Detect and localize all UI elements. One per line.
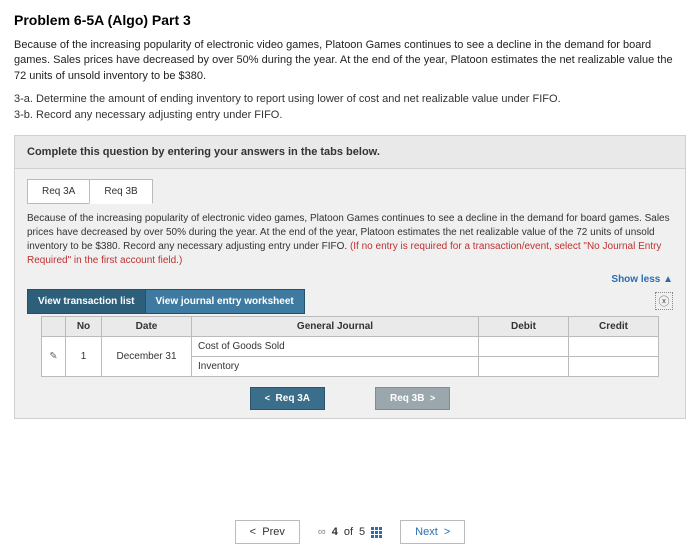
account-field[interactable]: Inventory	[192, 356, 479, 376]
no-header: No	[66, 316, 102, 336]
credit-field[interactable]	[569, 336, 659, 356]
next-button[interactable]: Next >	[400, 520, 465, 544]
prev-button[interactable]: < Prev	[235, 520, 300, 544]
pencil-header	[42, 316, 66, 336]
debit-header: Debit	[479, 316, 569, 336]
tab-nav-buttons: < Req 3A Req 3B >	[27, 387, 673, 410]
grid-icon[interactable]	[371, 527, 382, 538]
account-field[interactable]: Cost of Goods Sold	[192, 336, 479, 356]
page-indicator: ∞ 4 of 5	[318, 526, 382, 538]
part-a: 3-a. Determine the amount of ending inve…	[14, 92, 686, 107]
parts-list: 3-a. Determine the amount of ending inve…	[14, 92, 686, 123]
show-less-link[interactable]: Show less ▲	[611, 274, 673, 285]
problem-text: Because of the increasing popularity of …	[14, 38, 686, 84]
req-tabs: Req 3A Req 3B	[27, 179, 673, 204]
row-date: December 31	[102, 336, 192, 376]
show-less-label: Show less	[611, 274, 660, 285]
close-icon[interactable]: ⓧ	[655, 292, 673, 310]
table-row: ✎ 1 December 31 Cost of Goods Sold	[42, 336, 659, 356]
total-pages: 5	[359, 526, 365, 538]
subtab-journal-worksheet[interactable]: View journal entry worksheet	[145, 289, 305, 314]
pagination-footer: < Prev ∞ 4 of 5 Next >	[0, 520, 700, 544]
subtext: Because of the increasing popularity of …	[27, 212, 673, 268]
prev-label: Prev	[262, 526, 285, 538]
tab-req-3a[interactable]: Req 3A	[27, 179, 90, 204]
view-subtabs: View transaction list View journal entry…	[27, 289, 305, 314]
debit-field[interactable]	[479, 336, 569, 356]
general-journal-header: General Journal	[192, 316, 479, 336]
next-label: Next	[415, 526, 438, 538]
next-tab-button: Req 3B >	[375, 387, 450, 410]
chevron-left-icon: <	[265, 393, 270, 403]
pencil-icon[interactable]: ✎	[42, 336, 66, 376]
subtab-transaction-list[interactable]: View transaction list	[27, 289, 146, 314]
date-header: Date	[102, 316, 192, 336]
link-icon: ∞	[318, 526, 326, 538]
row-no: 1	[66, 336, 102, 376]
chevron-left-icon: <	[250, 526, 256, 538]
page-title: Problem 6-5A (Algo) Part 3	[14, 12, 686, 28]
debit-field[interactable]	[479, 356, 569, 376]
answer-panel: Req 3A Req 3B Because of the increasing …	[14, 169, 686, 419]
part-b: 3-b. Record any necessary adjusting entr…	[14, 108, 686, 123]
chevron-right-icon: >	[444, 526, 450, 538]
journal-table: No Date General Journal Debit Credit ✎ 1…	[41, 316, 659, 377]
prev-tab-label: Req 3A	[276, 393, 310, 404]
credit-header: Credit	[569, 316, 659, 336]
current-page: 4	[332, 526, 338, 538]
instruction-box: Complete this question by entering your …	[14, 135, 686, 169]
prev-tab-button[interactable]: < Req 3A	[250, 387, 325, 410]
tab-req-3b[interactable]: Req 3B	[89, 179, 152, 204]
credit-field[interactable]	[569, 356, 659, 376]
next-tab-label: Req 3B	[390, 393, 424, 404]
of-label: of	[344, 526, 353, 538]
chevron-right-icon: >	[430, 393, 435, 403]
chevron-up-icon: ▲	[663, 274, 673, 285]
